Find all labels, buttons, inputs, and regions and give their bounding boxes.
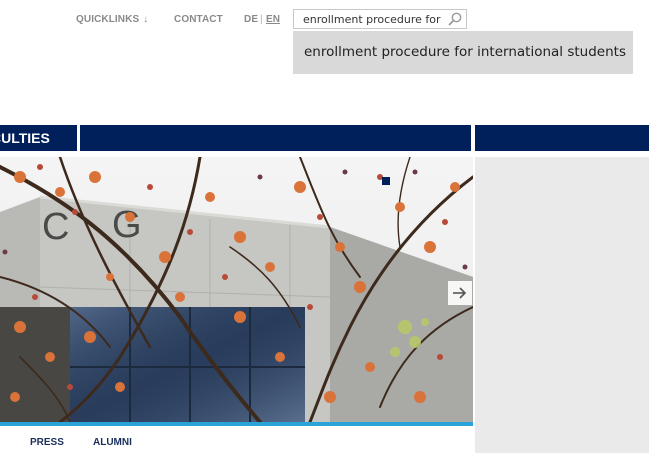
arrow-right-icon: [453, 287, 467, 299]
language-en-link[interactable]: EN: [266, 14, 280, 25]
search-box: [293, 9, 467, 29]
language-de-link[interactable]: DE: [244, 14, 258, 25]
next-slide-button[interactable]: [448, 281, 472, 305]
press-link[interactable]: PRESS: [30, 437, 64, 448]
svg-text:C: C: [42, 206, 69, 248]
quicklinks-menu[interactable]: QUICKLINKS ↓: [76, 14, 148, 25]
nav-item-faculties[interactable]: CULTIES: [0, 125, 77, 151]
hero-illustration: C G: [0, 157, 473, 422]
alumni-link[interactable]: ALUMNI: [93, 437, 132, 448]
svg-text:G: G: [112, 204, 142, 246]
hero-image: C G: [0, 157, 473, 422]
slide-indicator[interactable]: [382, 177, 390, 185]
search-suggestion-item[interactable]: enrollment procedure for international s…: [293, 31, 633, 74]
search-icon[interactable]: [447, 11, 463, 27]
accent-bar: [0, 422, 473, 426]
quicklinks-label: QUICKLINKS: [76, 14, 140, 25]
nav-bar-right-segment: [475, 125, 649, 151]
nav-item-label: CULTIES: [0, 130, 50, 146]
search-input[interactable]: [294, 10, 444, 28]
side-panel: [475, 157, 649, 453]
nav-bar-segment: [80, 125, 471, 151]
contact-link[interactable]: CONTACT: [174, 14, 223, 25]
arrow-down-icon: ↓: [143, 14, 149, 25]
language-separator: |: [260, 14, 263, 25]
